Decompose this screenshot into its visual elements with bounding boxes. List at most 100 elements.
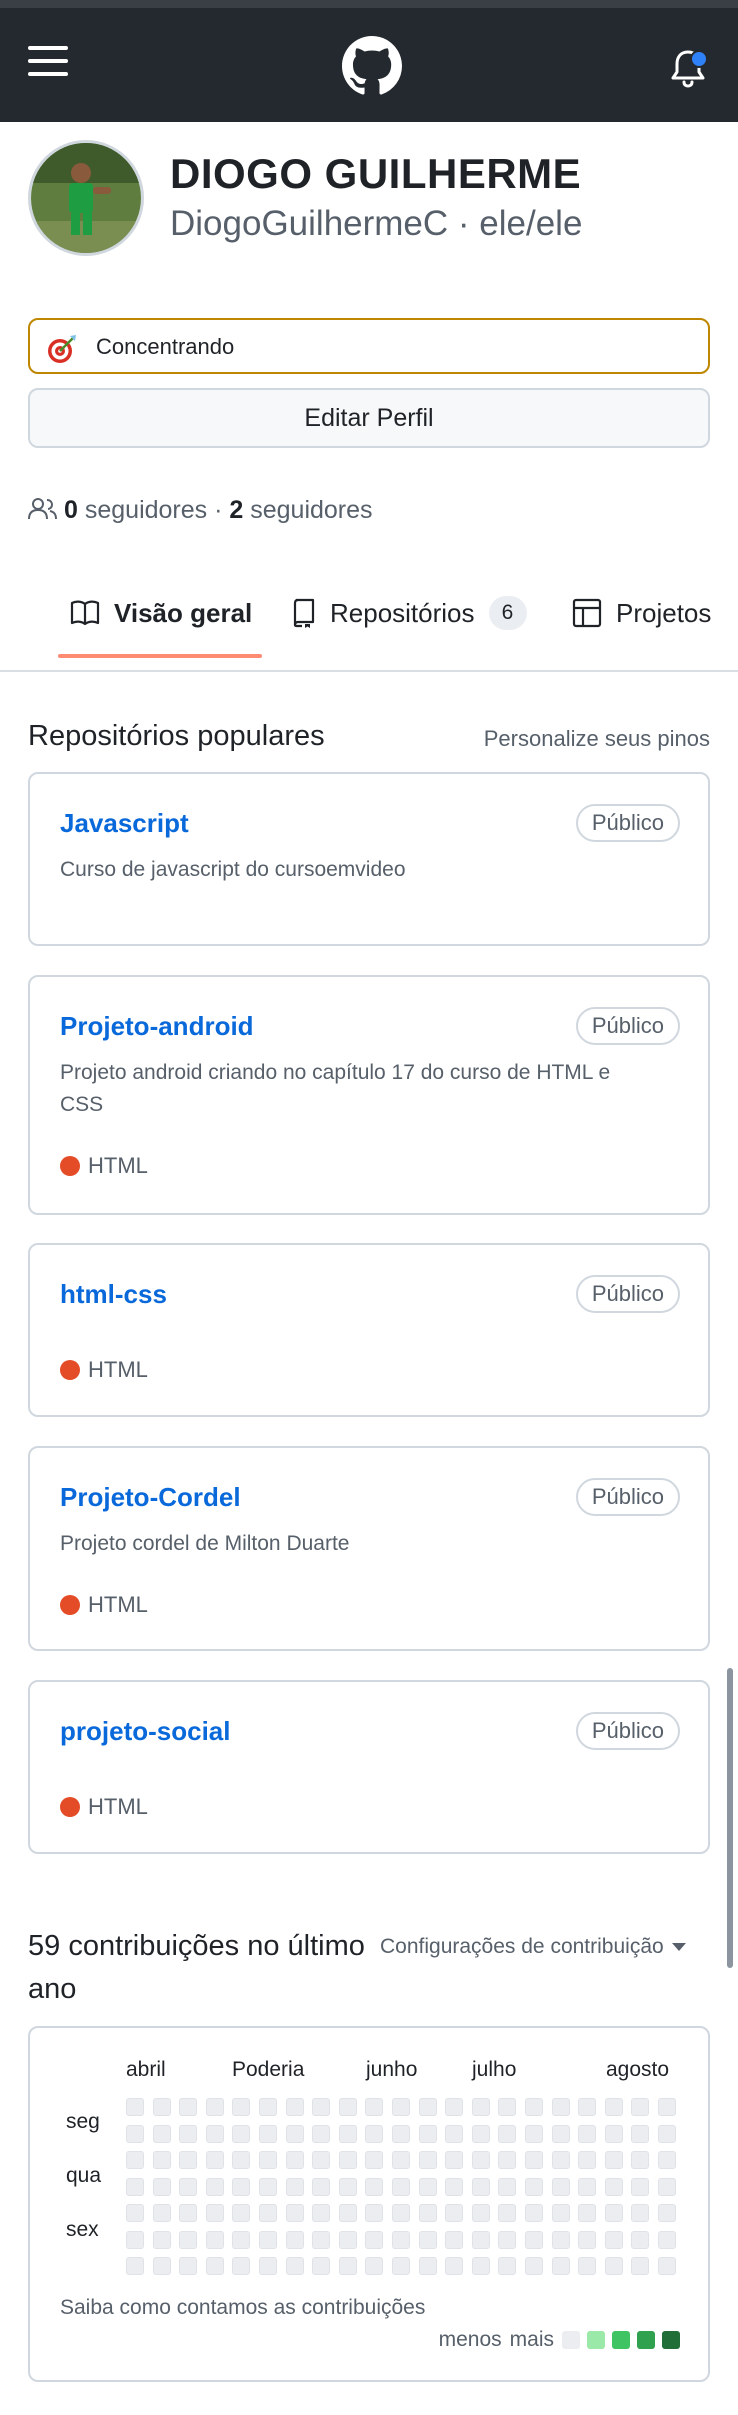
contribution-day-cell[interactable] <box>312 2230 331 2249</box>
contribution-day-cell[interactable] <box>471 2124 490 2143</box>
contribution-day-cell[interactable] <box>658 2151 676 2169</box>
contribution-day-cell[interactable] <box>392 2204 410 2222</box>
contribution-day-cell[interactable] <box>232 2098 251 2116</box>
contribution-day-cell[interactable] <box>205 2257 224 2275</box>
contribution-day-cell[interactable] <box>551 2098 570 2116</box>
contribution-day-cell[interactable] <box>445 2230 464 2249</box>
contribution-day-cell[interactable] <box>312 2098 331 2116</box>
contribution-day-cell[interactable] <box>418 2177 437 2196</box>
contribution-day-cell[interactable] <box>418 2124 437 2143</box>
learn-contributions-link[interactable]: Saiba como contamos as contribuições <box>60 2296 425 2320</box>
contribution-day-cell[interactable] <box>445 2177 464 2196</box>
contribution-day-cell[interactable] <box>179 2124 198 2143</box>
contribution-day-cell[interactable] <box>551 2177 570 2196</box>
contribution-day-cell[interactable] <box>259 2124 277 2143</box>
contribution-day-cell[interactable] <box>365 2230 384 2249</box>
contribution-day-cell[interactable] <box>232 2151 251 2169</box>
contribution-day-cell[interactable] <box>604 2098 623 2116</box>
tab-projects[interactable]: Projetos <box>572 570 711 656</box>
contribution-day-cell[interactable] <box>525 2151 543 2169</box>
contribution-day-cell[interactable] <box>471 2230 490 2249</box>
contribution-day-cell[interactable] <box>471 2204 490 2222</box>
contribution-day-cell[interactable] <box>551 2151 570 2169</box>
contribution-day-cell[interactable] <box>285 2204 304 2222</box>
contribution-day-cell[interactable] <box>232 2230 251 2249</box>
contribution-day-cell[interactable] <box>604 2204 623 2222</box>
contribution-day-cell[interactable] <box>179 2098 198 2116</box>
contribution-day-cell[interactable] <box>259 2098 277 2116</box>
contribution-day-cell[interactable] <box>338 2151 357 2169</box>
contribution-day-cell[interactable] <box>418 2151 437 2169</box>
contribution-day-cell[interactable] <box>338 2124 357 2143</box>
contribution-day-cell[interactable] <box>338 2098 357 2116</box>
contribution-day-cell[interactable] <box>312 2177 331 2196</box>
contribution-day-cell[interactable] <box>312 2204 331 2222</box>
contribution-day-cell[interactable] <box>498 2204 517 2222</box>
contribution-day-cell[interactable] <box>392 2257 410 2275</box>
contribution-day-cell[interactable] <box>365 2124 384 2143</box>
contribution-day-cell[interactable] <box>498 2124 517 2143</box>
contribution-day-cell[interactable] <box>392 2177 410 2196</box>
contribution-day-cell[interactable] <box>418 2098 437 2116</box>
contribution-day-cell[interactable] <box>205 2124 224 2143</box>
page-scrollbar[interactable] <box>727 1668 733 1968</box>
contribution-day-cell[interactable] <box>259 2204 277 2222</box>
repo-name-link[interactable]: Projeto-Cordel <box>60 1482 241 1513</box>
hamburger-menu-icon[interactable] <box>28 44 70 78</box>
repo-name-link[interactable]: Javascript <box>60 808 189 839</box>
contribution-day-cell[interactable] <box>498 2151 517 2169</box>
contribution-day-cell[interactable] <box>179 2204 198 2222</box>
contribution-day-cell[interactable] <box>525 2124 543 2143</box>
contribution-day-cell[interactable] <box>152 2177 171 2196</box>
contribution-day-cell[interactable] <box>392 2151 410 2169</box>
contribution-day-cell[interactable] <box>418 2257 437 2275</box>
contribution-day-cell[interactable] <box>658 2098 676 2116</box>
contribution-day-cell[interactable] <box>578 2177 597 2196</box>
contribution-day-cell[interactable] <box>578 2230 597 2249</box>
contribution-day-cell[interactable] <box>445 2204 464 2222</box>
contribution-day-cell[interactable] <box>551 2204 570 2222</box>
contribution-day-cell[interactable] <box>578 2098 597 2116</box>
contribution-day-cell[interactable] <box>658 2124 676 2143</box>
contribution-day-cell[interactable] <box>525 2204 543 2222</box>
contribution-day-cell[interactable] <box>471 2177 490 2196</box>
contribution-day-cell[interactable] <box>312 2151 331 2169</box>
contribution-day-cell[interactable] <box>525 2177 543 2196</box>
contribution-day-cell[interactable] <box>551 2257 570 2275</box>
contribution-day-cell[interactable] <box>365 2098 384 2116</box>
tab-repositories[interactable]: Repositórios 6 <box>292 570 527 656</box>
contribution-day-cell[interactable] <box>631 2098 650 2116</box>
contribution-day-cell[interactable] <box>152 2124 171 2143</box>
contribution-day-cell[interactable] <box>126 2124 144 2143</box>
contribution-day-cell[interactable] <box>232 2257 251 2275</box>
contribution-day-cell[interactable] <box>259 2257 277 2275</box>
contribution-day-cell[interactable] <box>365 2151 384 2169</box>
contribution-day-cell[interactable] <box>631 2204 650 2222</box>
github-mark-icon[interactable] <box>342 36 402 96</box>
contribution-day-cell[interactable] <box>338 2230 357 2249</box>
contribution-day-cell[interactable] <box>152 2204 171 2222</box>
contribution-day-cell[interactable] <box>179 2257 198 2275</box>
contribution-day-cell[interactable] <box>498 2098 517 2116</box>
contribution-day-cell[interactable] <box>152 2098 171 2116</box>
contribution-day-cell[interactable] <box>658 2230 676 2249</box>
repo-name-link[interactable]: projeto-social <box>60 1716 230 1747</box>
contribution-day-cell[interactable] <box>312 2124 331 2143</box>
contribution-day-cell[interactable] <box>259 2230 277 2249</box>
contribution-day-cell[interactable] <box>604 2124 623 2143</box>
contribution-day-cell[interactable] <box>205 2204 224 2222</box>
contribution-day-cell[interactable] <box>631 2151 650 2169</box>
contribution-day-cell[interactable] <box>525 2230 543 2249</box>
status-field[interactable]: Concentrando <box>28 318 710 374</box>
contribution-day-cell[interactable] <box>604 2177 623 2196</box>
contribution-day-cell[interactable] <box>232 2204 251 2222</box>
contribution-day-cell[interactable] <box>285 2230 304 2249</box>
contribution-day-cell[interactable] <box>658 2177 676 2196</box>
contribution-day-cell[interactable] <box>525 2257 543 2275</box>
contribution-day-cell[interactable] <box>338 2257 357 2275</box>
contribution-day-cell[interactable] <box>259 2177 277 2196</box>
contribution-day-cell[interactable] <box>551 2124 570 2143</box>
contribution-day-cell[interactable] <box>338 2177 357 2196</box>
contribution-day-cell[interactable] <box>285 2257 304 2275</box>
contribution-day-cell[interactable] <box>578 2124 597 2143</box>
